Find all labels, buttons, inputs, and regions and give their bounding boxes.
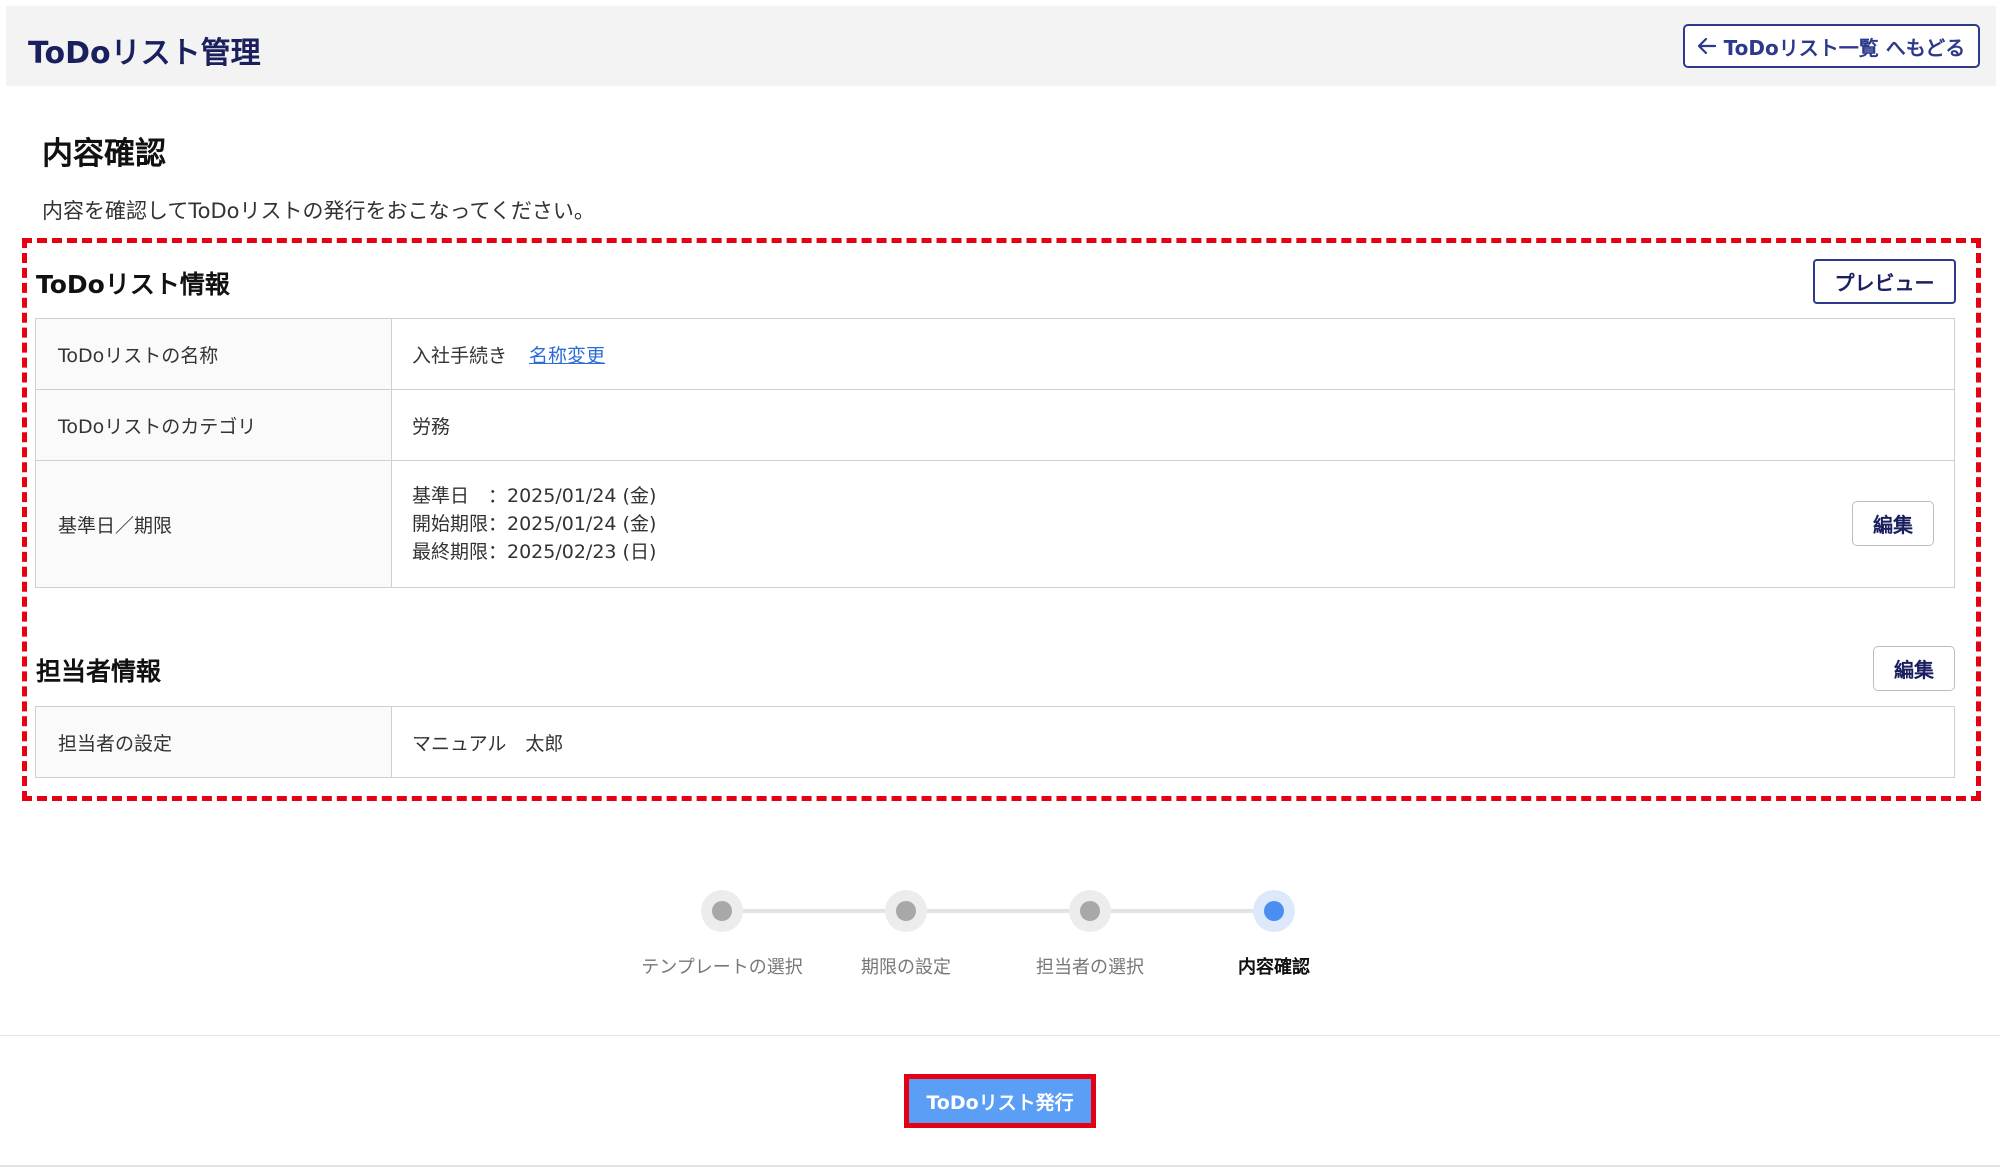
row-value: 入社手続き 名称変更 — [392, 319, 1954, 389]
todo-info-title: ToDoリスト情報 — [36, 270, 230, 299]
preview-button[interactable]: プレビュー — [1813, 259, 1956, 304]
back-to-list-button[interactable]: ToDoリスト一覧 へもどる — [1683, 24, 1980, 68]
arrow-left-icon — [1697, 38, 1716, 54]
step-label-confirm: 内容確認 — [1238, 957, 1310, 978]
assignee-info-title: 担当者情報 — [36, 657, 162, 686]
issue-todo-button[interactable]: ToDoリスト発行 — [909, 1079, 1091, 1123]
app-header: ToDoリスト管理 ToDoリスト一覧 へもどる — [6, 6, 1996, 86]
back-button-label: ToDoリスト一覧 へもどる — [1723, 35, 1966, 60]
table-row-category: ToDoリストのカテゴリ 労務 — [36, 390, 1954, 461]
page-description: 内容を確認してToDoリストの発行をおこなってください。 — [42, 199, 595, 223]
row-label: ToDoリストのカテゴリ — [36, 390, 392, 460]
issue-button-highlight: ToDoリスト発行 — [904, 1074, 1096, 1128]
rename-link[interactable]: 名称変更 — [529, 341, 605, 368]
app-title: ToDoリスト管理 — [28, 36, 261, 71]
base-date-line: 基準日 ：2025/01/24 (金) — [412, 485, 657, 507]
table-row-assignee: 担当者の設定 マニュアル 太郎 — [36, 707, 1954, 777]
row-label: 担当者の設定 — [36, 707, 392, 777]
table-row-name: ToDoリストの名称 入社手続き 名称変更 — [36, 319, 1954, 390]
category-value: 労務 — [412, 415, 451, 438]
page-title: 内容確認 — [42, 136, 166, 172]
final-deadline-line: 最終期限：2025/02/23 (日) — [412, 541, 657, 563]
step-dot-confirm — [1253, 890, 1295, 932]
row-label: ToDoリストの名称 — [36, 319, 392, 389]
assignee-value: マニュアル 太郎 — [412, 732, 564, 755]
footer-divider — [0, 1035, 2000, 1036]
footer-bottom-divider — [0, 1165, 2000, 1167]
step-dot-deadline — [885, 890, 927, 932]
start-deadline-line: 開始期限：2025/01/24 (金) — [412, 513, 657, 535]
date-lines: 基準日 ：2025/01/24 (金) 開始期限：2025/01/24 (金) … — [412, 485, 656, 563]
row-value: 基準日 ：2025/01/24 (金) 開始期限：2025/01/24 (金) … — [392, 461, 1954, 587]
edit-assignee-button[interactable]: 編集 — [1873, 646, 1955, 691]
step-dot-template — [701, 890, 743, 932]
assignee-info-table: 担当者の設定 マニュアル 太郎 — [35, 706, 1955, 778]
step-dot-assignee — [1069, 890, 1111, 932]
row-label: 基準日／期限 — [36, 461, 392, 587]
todo-info-table: ToDoリストの名称 入社手続き 名称変更 ToDoリストのカテゴリ 労務 基準… — [35, 318, 1955, 588]
table-row-dates: 基準日／期限 基準日 ：2025/01/24 (金) 開始期限：2025/01/… — [36, 461, 1954, 587]
todo-name-value: 入社手続き — [412, 344, 508, 367]
edit-dates-button[interactable]: 編集 — [1852, 501, 1934, 546]
stepper-track — [722, 909, 1276, 913]
